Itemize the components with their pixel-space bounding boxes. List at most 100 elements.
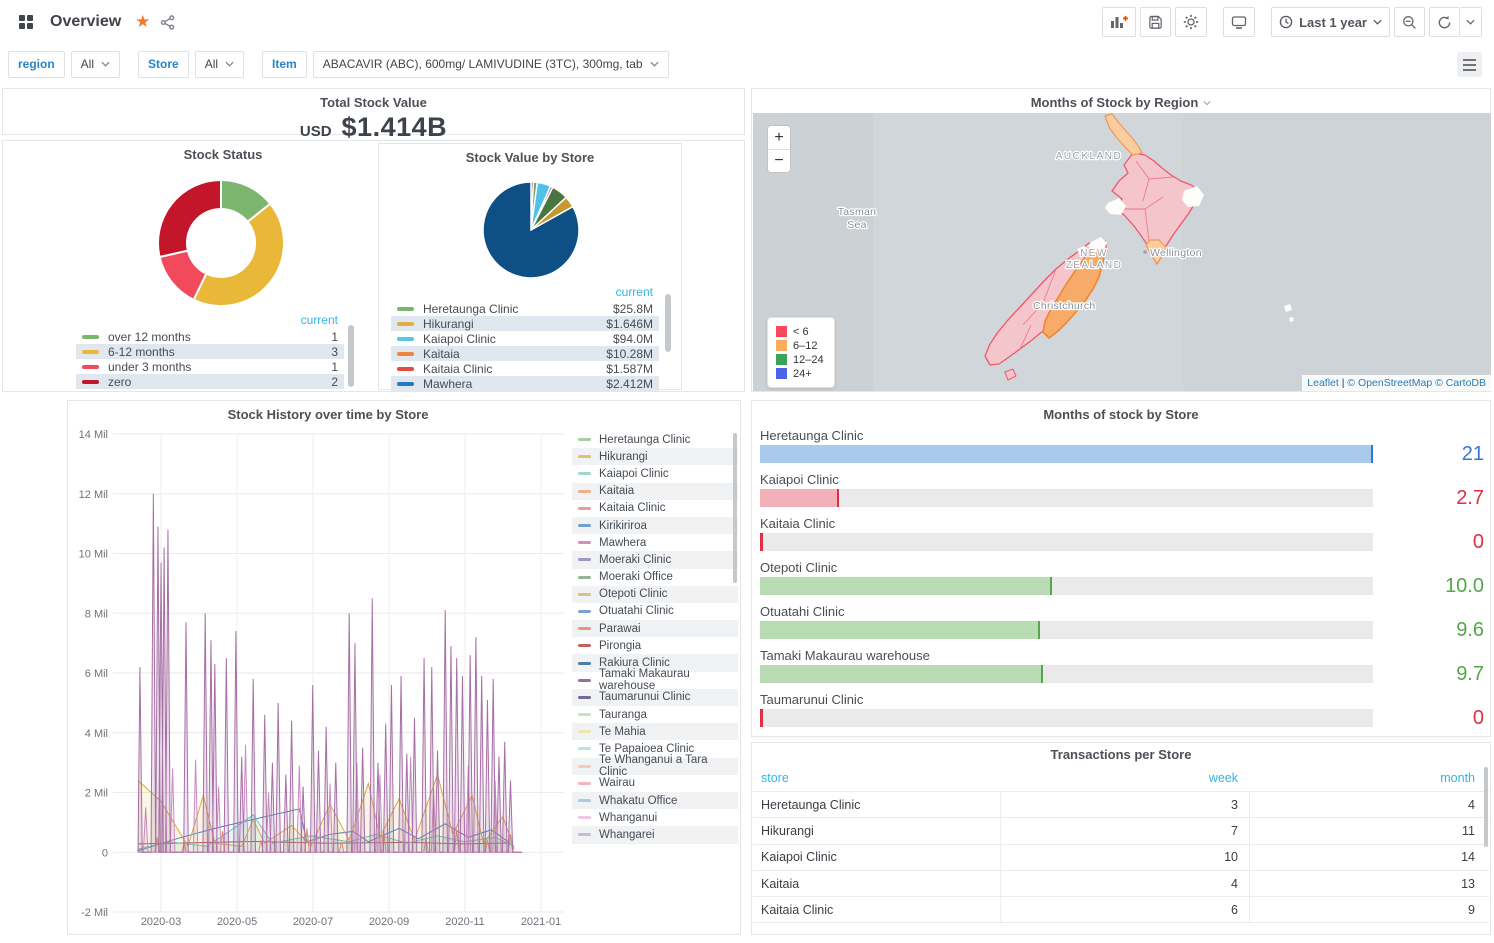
legend-row[interactable]: Kaitaia$10.28M	[391, 346, 659, 361]
legend-row[interactable]: Heretaunga Clinic$25.8M	[391, 301, 659, 316]
legend-row[interactable]: Otuatahi Clinic	[572, 603, 738, 620]
legend-row[interactable]: Mawhera$2.412M	[391, 376, 659, 391]
gauge-track[interactable]	[760, 445, 1373, 463]
table-row-partial	[753, 922, 1489, 935]
legend-row[interactable]: Mawhera	[572, 534, 738, 551]
refresh-interval-dropdown[interactable]	[1460, 7, 1482, 37]
region-stewart-island[interactable]	[1005, 369, 1016, 380]
legend-row[interactable]: Kaitaia	[572, 483, 738, 500]
map-label-tasman: Tasman	[838, 206, 877, 218]
time-range-picker[interactable]: Last 1 year	[1271, 7, 1390, 37]
legend-row[interactable]: Otepoti Clinic	[572, 586, 738, 603]
leaflet-link[interactable]: Leaflet	[1307, 377, 1339, 389]
table-row[interactable]: Kaiapoi Clinic1014	[753, 844, 1489, 870]
gauge-track[interactable]	[760, 665, 1373, 683]
legend-row[interactable]: Kaiapoi Clinic$94.0M	[391, 331, 659, 346]
gauge-track[interactable]	[760, 533, 1373, 551]
legend-row[interactable]: Pirongia	[572, 637, 738, 654]
leaflet-map[interactable]: Tasman Sea AUCKLAND NEW ZEALAND Wellingt…	[753, 113, 1491, 391]
gauge-track[interactable]	[760, 709, 1373, 727]
panel-title[interactable]: Stock Status	[33, 141, 413, 162]
legend-row[interactable]: 6-12 months3	[76, 344, 344, 359]
legend-header[interactable]: current	[76, 313, 344, 329]
submenu-hamburger-icon[interactable]	[1457, 52, 1482, 77]
settings-gear-button[interactable]	[1175, 7, 1207, 37]
filter-store-value-dropdown[interactable]: All	[195, 51, 244, 78]
panel-title[interactable]: Months of stock by Store	[752, 401, 1490, 422]
column-header-week[interactable]: week	[1000, 765, 1249, 791]
gauge-track[interactable]	[760, 577, 1373, 595]
legend-label: Pirongia	[599, 640, 641, 652]
legend-row[interactable]: Moeraki Office	[572, 569, 738, 586]
legend-scrollbar[interactable]	[665, 294, 671, 352]
legend-row[interactable]: Parawai	[572, 620, 738, 637]
column-header-store[interactable]: store	[753, 771, 1000, 785]
legend-row[interactable]: Tamaki Makaurau warehouse	[572, 672, 738, 689]
gauge-track[interactable]	[760, 489, 1373, 507]
map-zoom-in-button[interactable]: +	[768, 126, 790, 149]
legend-scrollbar[interactable]	[733, 433, 737, 583]
legend-color-chip	[578, 490, 591, 493]
legend-row[interactable]: Moeraki Clinic	[572, 551, 738, 568]
legend-row[interactable]: Whangarei	[572, 826, 738, 843]
tv-kiosk-button[interactable]	[1223, 7, 1255, 37]
legend-scrollbar[interactable]	[348, 325, 354, 387]
carto-link[interactable]: © CartoDB	[1435, 377, 1486, 389]
stock-history-chart[interactable]: 14 Mil12 Mil10 Mil8 Mil6 Mil4 Mil2 Mil0-…	[68, 401, 568, 936]
panel-title[interactable]: Transactions per Store	[752, 743, 1490, 762]
legend-row[interactable]: Te Mahia	[572, 723, 738, 740]
apps-grid-icon[interactable]	[18, 14, 34, 30]
filter-region-value-dropdown[interactable]: All	[71, 51, 120, 78]
legend-value: 1	[331, 330, 338, 344]
map-zoom-out-button[interactable]: −	[768, 149, 790, 172]
stock-value-pie-chart[interactable]	[379, 174, 683, 284]
legend-row[interactable]: Hikurangi	[572, 448, 738, 465]
zoom-out-time-button[interactable]	[1394, 7, 1425, 37]
legend-row[interactable]: Tauranga	[572, 706, 738, 723]
add-panel-button[interactable]	[1102, 7, 1136, 37]
panel-title[interactable]: Months of Stock by Region	[1031, 95, 1199, 110]
legend-value: $1.587M	[606, 362, 653, 376]
panel-title[interactable]: Total Stock Value	[3, 89, 744, 110]
legend-label: Kaitaia	[599, 485, 634, 497]
gauge-track[interactable]	[760, 621, 1373, 639]
table-row[interactable]: Heretaunga Clinic34	[753, 791, 1489, 817]
legend-row[interactable]: Kaitaia Clinic	[572, 500, 738, 517]
stock-status-donut-chart[interactable]	[3, 173, 443, 323]
legend-row[interactable]: Heretaunga Clinic	[572, 431, 738, 448]
legend-header[interactable]: current	[391, 285, 659, 301]
table-row[interactable]: Hikurangi711	[753, 817, 1489, 843]
legend-row[interactable]: Whanganui	[572, 809, 738, 826]
refresh-button[interactable]	[1429, 7, 1460, 37]
legend-row[interactable]: Kaiapoi Clinic	[572, 465, 738, 482]
legend-row[interactable]: zero2	[76, 374, 344, 389]
legend-row[interactable]: over 12 months1	[76, 329, 344, 344]
legend-color-chip	[578, 472, 591, 475]
legend-row[interactable]: Kirikiriroa	[572, 517, 738, 534]
gauge-store-label: Taumarunui Clinic	[760, 692, 1484, 709]
filter-item-value-dropdown[interactable]: ABACAVIR (ABC), 600mg/ LAMIVUDINE (3TC),…	[313, 51, 669, 78]
legend-label: 6-12 months	[108, 345, 175, 359]
legend-row[interactable]: Te Whanganui a Tara Clinic	[572, 758, 738, 775]
filter-store-label: Store	[138, 51, 189, 78]
column-header-month[interactable]: month	[1249, 765, 1489, 791]
donut-slice-6-12-months[interactable]	[194, 204, 284, 306]
map-legend: < 66–1212–2424+	[767, 317, 835, 388]
region-northland[interactable]	[1105, 114, 1142, 155]
save-dashboard-button[interactable]	[1140, 7, 1171, 37]
table-row[interactable]: Kaitaia Clinic69	[753, 896, 1489, 922]
panel-title[interactable]: Stock Value by Store	[379, 144, 681, 165]
legend-row[interactable]: Whakatu Office	[572, 792, 738, 809]
donut-slice-zero[interactable]	[158, 180, 221, 257]
share-alt-icon[interactable]	[160, 15, 175, 30]
table-row[interactable]: Kaitaia413	[753, 870, 1489, 896]
legend-row[interactable]: Kaitaia Clinic$1.587M	[391, 361, 659, 376]
table-scrollbar[interactable]	[1484, 767, 1488, 847]
legend-row[interactable]: under 3 months1	[76, 359, 344, 374]
legend-label: Rakiura Clinic	[599, 657, 670, 669]
favorite-star-icon[interactable]: ★	[135, 12, 150, 32]
gauge-value: 9.6	[1384, 621, 1484, 639]
osm-link[interactable]: © OpenStreetMap	[1347, 377, 1432, 389]
legend-row[interactable]: Hikurangi$1.646M	[391, 316, 659, 331]
cell-month: 4	[1249, 792, 1489, 817]
